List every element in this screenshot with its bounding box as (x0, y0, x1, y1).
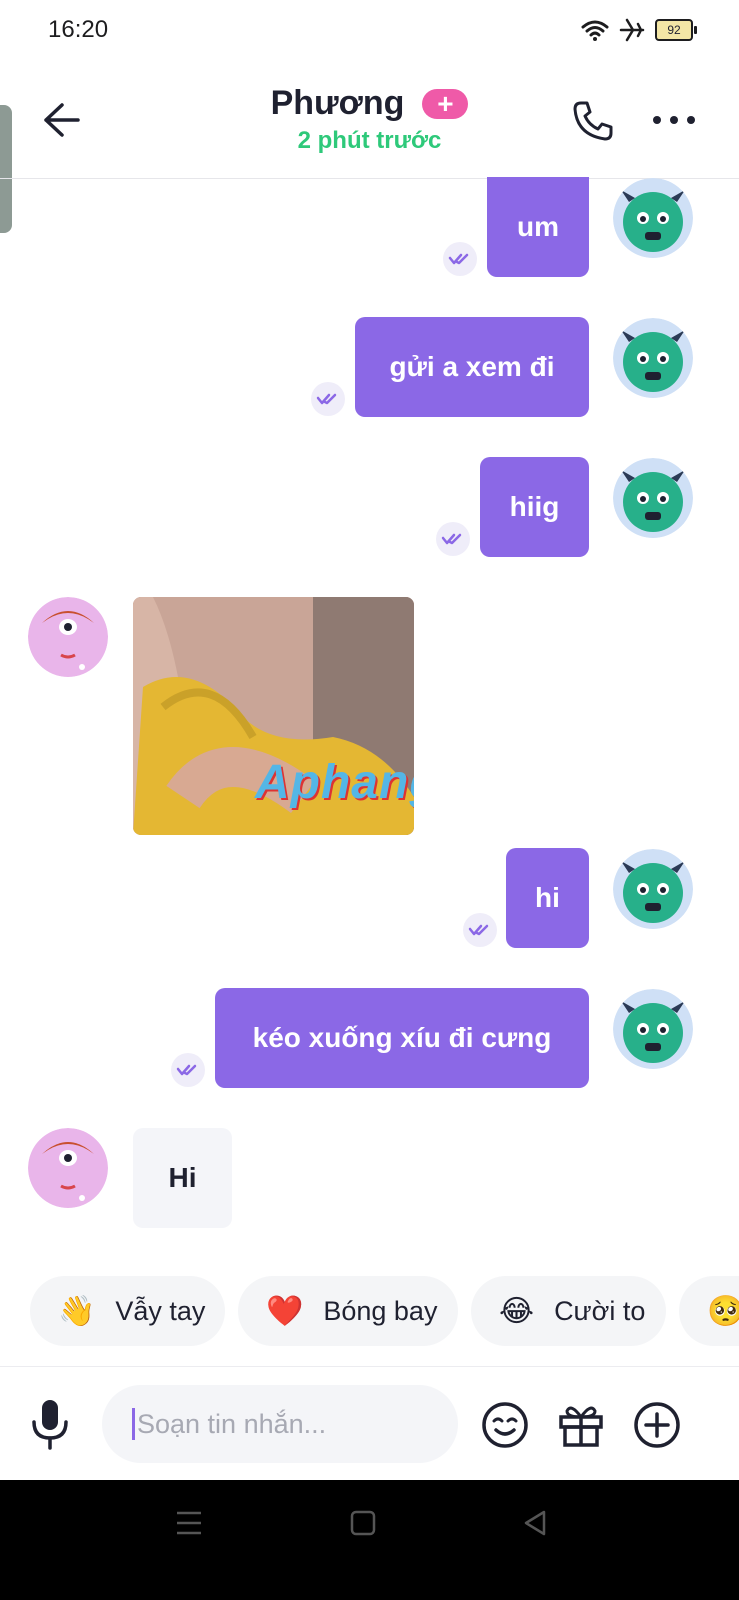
system-nav-bar (0, 1480, 739, 1600)
my-avatar[interactable] (613, 178, 693, 258)
menu-icon[interactable] (175, 1510, 203, 1536)
battery-indicator: 92 (655, 19, 697, 41)
read-receipt-icon (436, 522, 470, 556)
message-bubble-outgoing[interactable]: hi (506, 848, 589, 948)
text-caret (132, 1408, 135, 1440)
add-icon[interactable] (633, 1401, 681, 1449)
reaction-label: Vẫy tay (115, 1295, 206, 1326)
home-icon[interactable] (350, 1510, 376, 1536)
contact-name[interactable]: Phương (271, 84, 405, 123)
message-bubble-outgoing[interactable]: gửi a xem đi (355, 317, 589, 417)
reaction-chip-wave[interactable]: 👋 Vẫy tay (30, 1276, 225, 1346)
reaction-chip-more[interactable]: 🥺 (679, 1276, 739, 1346)
read-receipt-icon (463, 913, 497, 947)
message-bubble-outgoing[interactable]: um (487, 177, 589, 277)
reaction-label: Cười to (554, 1295, 646, 1326)
my-avatar[interactable] (613, 849, 693, 929)
contact-avatar[interactable] (28, 597, 108, 677)
read-receipt-icon (311, 382, 345, 416)
message-bubble-outgoing[interactable]: hiig (480, 457, 589, 557)
my-avatar[interactable] (613, 318, 693, 398)
follow-badge[interactable]: + (422, 88, 469, 119)
more-options-icon[interactable] (652, 114, 696, 126)
last-seen: 2 phút trước (297, 127, 442, 154)
my-avatar[interactable] (613, 458, 693, 538)
phone-icon[interactable] (571, 99, 615, 143)
emoji-icon[interactable] (481, 1401, 529, 1449)
status-time: 16:20 (48, 16, 109, 43)
read-receipt-icon (443, 242, 477, 276)
pleading-face-icon: 🥺 (707, 1294, 739, 1328)
laugh-icon: 😂 (499, 1294, 535, 1328)
gift-icon[interactable] (557, 1401, 605, 1449)
microphone-icon[interactable] (30, 1398, 70, 1450)
reaction-label: Bóng bay (323, 1295, 438, 1326)
wave-icon: 👋 (58, 1294, 96, 1328)
message-input[interactable]: Soạn tin nhắn... (102, 1385, 458, 1463)
shared-image[interactable]: Aphang (133, 597, 414, 835)
airplane-icon (619, 18, 645, 42)
contact-avatar[interactable] (28, 1128, 108, 1208)
message-bubble-incoming[interactable]: Hi (133, 1128, 232, 1228)
back-nav-icon[interactable] (522, 1510, 548, 1536)
message-input-placeholder: Soạn tin nhắn... (137, 1408, 327, 1439)
reaction-chip-laugh[interactable]: 😂 Cười to (471, 1276, 666, 1346)
message-bubble-outgoing[interactable]: kéo xuống xíu đi cưng (215, 988, 589, 1088)
header-divider (0, 178, 739, 179)
my-avatar[interactable] (613, 989, 693, 1069)
chat-header: Phương + 2 phút trước (0, 84, 739, 155)
status-icons: 92 (581, 18, 697, 42)
image-watermark: Aphang (255, 756, 414, 809)
composer-divider (0, 1366, 739, 1367)
reaction-chip-heart[interactable]: ❤️ Bóng bay (238, 1276, 458, 1346)
read-receipt-icon (171, 1053, 205, 1087)
heart-icon: ❤️ (266, 1294, 304, 1328)
wifi-icon (581, 20, 609, 41)
